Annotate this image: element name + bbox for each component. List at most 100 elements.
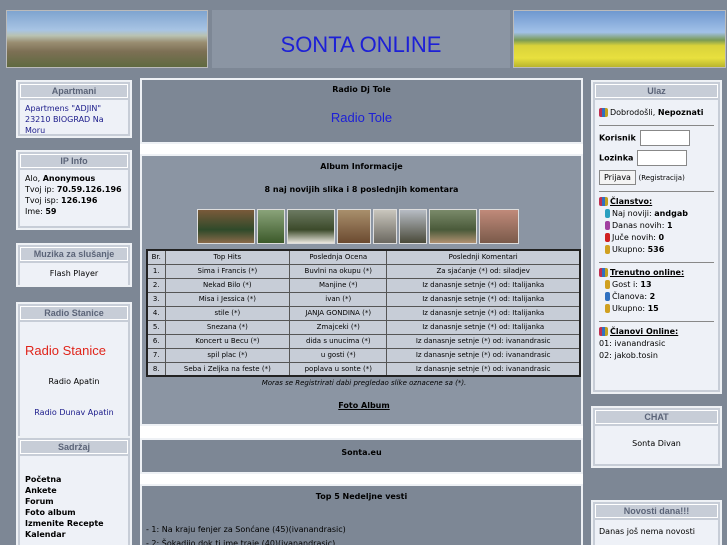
news-box: Top 5 Nedeljne vesti - 1: Na kraju fenje… xyxy=(140,484,583,545)
register-link[interactable]: (Registracija) xyxy=(639,174,685,182)
table-row: 1. Sima i Francis (*) Buvlni na okupu (*) Z… xyxy=(146,263,581,279)
radio-tole-link[interactable]: Radio Tole xyxy=(331,110,392,125)
ulaz-caption: Ulaz xyxy=(595,84,718,98)
radio-stanice-caption: Radio Stanice xyxy=(20,306,128,320)
ip-info-caption: IP Info xyxy=(20,154,128,168)
album-box: Album Informacije 8 naj novijih slika i … xyxy=(140,154,583,426)
main-column: Radio Dj Tole Radio Tole Album Informaci… xyxy=(140,78,583,545)
chat-box: CHAT Sonta Divan xyxy=(591,406,722,468)
sadrzaj-caption: Sadržaj xyxy=(20,440,128,454)
thumbnail-6[interactable] xyxy=(399,209,427,244)
thumbnail-5[interactable] xyxy=(373,209,397,244)
title-panel: SONTA ONLINE xyxy=(212,10,510,68)
news-title: Top 5 Nedeljne vesti xyxy=(315,492,408,501)
visitor-ime: 59 xyxy=(45,207,57,216)
visitor-ip: 70.59.126.196 xyxy=(56,185,122,194)
left-column: Apartmani Apartmens "ADJIN" 23210 BIOGRA… xyxy=(0,78,140,545)
radio-dj-box: Radio Dj Tole Radio Tole xyxy=(140,78,583,144)
novosti-caption: Novosti dana!!! xyxy=(595,504,718,518)
table-row: 8. Seba i Zeljka na feste (*) poplava u so… xyxy=(146,361,581,377)
nav-foto-album[interactable]: Foto album xyxy=(25,507,123,518)
table-row: 4. stile (*) JANJA GONDINA (*) Iz danasnje … xyxy=(146,305,581,321)
table-row: 5. Snezana (*) Zmajceki (*) Iz danasnje set… xyxy=(146,319,581,335)
visitor-name: Anonymous xyxy=(42,174,96,183)
right-column: Ulaz Dobrodošli, Nepoznati Korisnik Lozi… xyxy=(583,78,727,545)
register-note: Moras se Registrirati dabi pregledao sli… xyxy=(261,379,467,387)
album-title: Album Informacije xyxy=(320,162,403,171)
album-subtitle: 8 naj novijih slika i 8 poslednjih komen… xyxy=(264,185,459,194)
site-title: SONTA ONLINE xyxy=(280,32,442,57)
table-row: 2. Nekad Bilo (*) Manjine (*) Iz danasnje s… xyxy=(146,277,581,293)
thumbnail-4[interactable] xyxy=(337,209,371,244)
village-photo-left xyxy=(6,10,208,68)
user-icon xyxy=(605,280,610,289)
foto-album-link[interactable]: Foto Album xyxy=(338,401,389,410)
thumbnail-strip xyxy=(197,209,521,246)
nav-kalendar[interactable]: Kalendar xyxy=(25,529,123,540)
sonta-eu-title: Sonta.eu xyxy=(341,448,382,457)
apartmani-box: Apartmani Apartmens "ADJIN" 23210 BIOGRA… xyxy=(16,80,132,138)
nav-izmenite-recepte[interactable]: Izmenite Recepte xyxy=(25,518,123,529)
nav-ankete[interactable]: Ankete xyxy=(25,485,123,496)
sadrzaj-box: Sadržaj Početna Ankete Forum Foto album … xyxy=(16,436,132,545)
sonta-divan[interactable]: Sonta Divan xyxy=(595,426,718,464)
album-table: Br. Top Hits Poslednja Ocena Poslednji K… xyxy=(146,249,581,377)
radio-dunav-apatin-link[interactable]: Radio Dunav Apatin xyxy=(34,408,113,417)
password-input[interactable] xyxy=(637,150,688,166)
thumbnail-3[interactable] xyxy=(287,209,335,244)
col-poslednja-ocena: Poslednja Ocena xyxy=(289,249,388,265)
users-icon xyxy=(599,108,608,117)
user-icon xyxy=(605,209,610,218)
site-header: SONTA ONLINE xyxy=(0,0,727,78)
chat-caption: CHAT xyxy=(595,410,718,424)
album-table-wrap: Br. Top Hits Poslednja Ocena Poslednji K… xyxy=(146,249,582,410)
table-row: 6. Koncert u Becu (*) dida s unucima (*) Iz… xyxy=(146,333,581,349)
apartmani-caption: Apartmani xyxy=(20,84,128,98)
user-icon xyxy=(605,245,610,254)
apartmani-link[interactable]: Apartmens "ADJIN" 23210 BIOGRAD Na Moru xyxy=(25,104,104,135)
lozinka-label: Lozinka xyxy=(599,153,634,163)
sonta-eu-box: Sonta.eu xyxy=(140,438,583,474)
ulaz-box: Ulaz Dobrodošli, Nepoznati Korisnik Lozi… xyxy=(591,80,722,394)
clanstvo-title: Članstvo: xyxy=(610,197,653,206)
news-item[interactable]: - 2: Šokadijo dok ti ime traje (40)(ivan… xyxy=(146,537,581,545)
muzika-caption: Muzika za slušanje xyxy=(20,247,128,261)
radio-apatin[interactable]: Radio Apatin xyxy=(25,376,123,387)
clanovi-online-title: Članovi Online: xyxy=(610,327,679,336)
novosti-text: Danas još nema novosti xyxy=(595,520,718,545)
table-header-row: Br. Top Hits Poslednja Ocena Poslednji K… xyxy=(146,249,581,265)
table-row: 3. Misa i Jessica (*) ivan (*) Iz danasnje … xyxy=(146,291,581,307)
nav-pocetna[interactable]: Početna xyxy=(25,474,123,485)
user-icon xyxy=(605,233,610,242)
online-member[interactable]: 01: ivanandrasic xyxy=(599,338,714,350)
visitor-isp: 126.196 xyxy=(61,196,98,205)
user-icon xyxy=(605,292,610,301)
thumbnail-7[interactable] xyxy=(429,209,477,244)
field-photo-right xyxy=(513,10,726,68)
trenutno-title: Trenutno online: xyxy=(610,268,685,277)
table-row: 7. spil plac (*) u gosti (*) Iz danasnje se… xyxy=(146,347,581,363)
thumbnail-1[interactable] xyxy=(197,209,255,244)
radio-dj-title: Radio Dj Tole xyxy=(332,85,391,94)
username-input[interactable] xyxy=(639,130,690,146)
user-icon xyxy=(605,221,610,230)
thumbnail-2[interactable] xyxy=(257,209,285,244)
guest-name: Nepoznati xyxy=(657,108,704,117)
col-br: Br. xyxy=(146,249,166,265)
users-icon xyxy=(599,197,608,206)
korisnik-label: Korisnik xyxy=(599,133,636,143)
ip-info-box: IP Info Alo, Anonymous Tvoj ip: 70.59.12… xyxy=(16,150,132,230)
news-item[interactable]: - 1: Na kraju fenjer za Sonćane (45)(iva… xyxy=(146,523,581,537)
radio-stanice-heading: Radio Stanice xyxy=(25,343,106,358)
online-member[interactable]: 02: jakob.tosin xyxy=(599,350,714,362)
users-icon xyxy=(599,327,608,336)
col-top-hits: Top Hits xyxy=(164,249,291,265)
users-icon xyxy=(599,268,608,277)
thumbnail-8[interactable] xyxy=(479,209,519,244)
nav-forum[interactable]: Forum xyxy=(25,496,123,507)
login-button[interactable]: Prijava xyxy=(599,170,636,185)
flash-player[interactable]: Flash Player xyxy=(20,263,128,285)
user-icon xyxy=(605,304,610,313)
col-poslednji-komentari: Poslednji Komentari xyxy=(386,249,581,265)
novosti-box: Novosti dana!!! Danas još nema novosti xyxy=(591,500,722,545)
